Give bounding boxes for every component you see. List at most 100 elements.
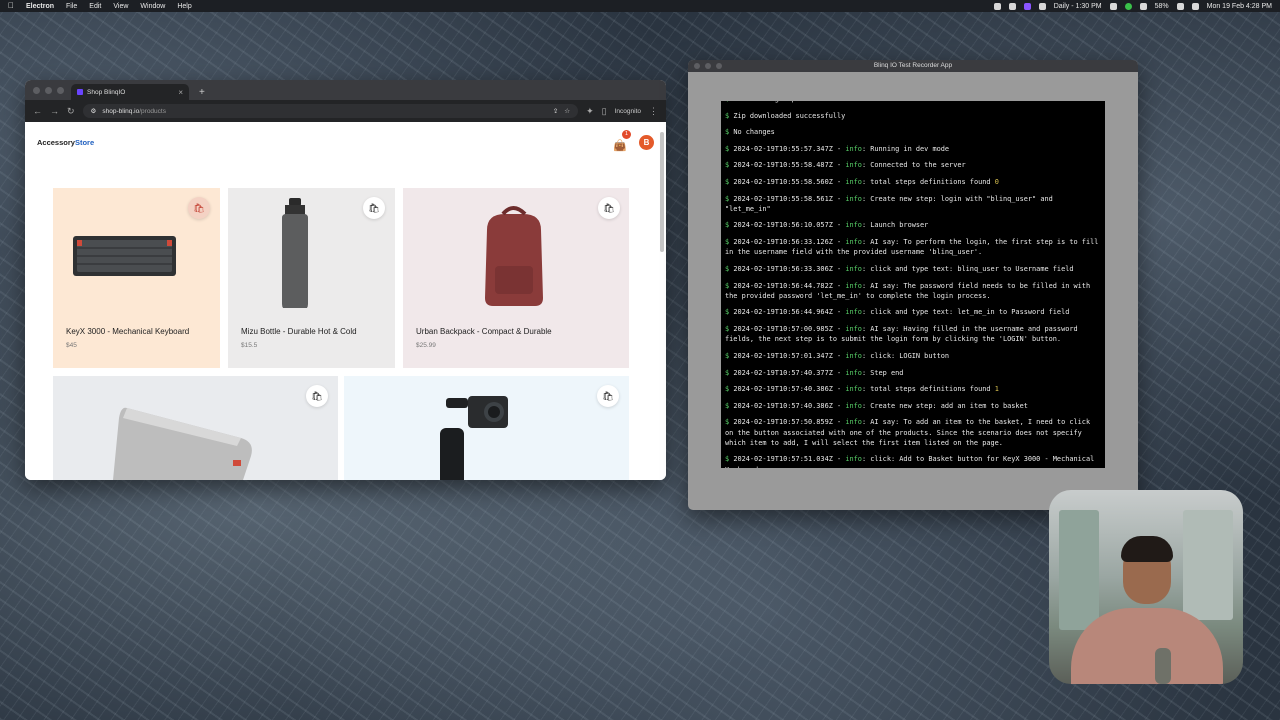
log-timestamp: 2024-02-19T10:55:58.561Z - — [733, 194, 846, 203]
log-level: info — [845, 368, 862, 377]
log-timestamp: 2024-02-19T10:57:40.377Z - — [733, 368, 846, 377]
menu-edit[interactable]: Edit — [89, 3, 101, 10]
add-to-basket-button[interactable]: 🛍 — [598, 197, 620, 219]
add-to-basket-button[interactable]: 🛍 — [597, 385, 619, 407]
close-tab-icon[interactable]: × — [178, 88, 183, 97]
site-info-icon[interactable]: ⚙ — [91, 107, 97, 115]
recording-icon[interactable] — [1023, 2, 1031, 10]
log-message: : click and type text: let_me_in to Pass… — [861, 308, 1070, 317]
clock[interactable]: Mon 19 Feb 4:28 PM — [1207, 3, 1272, 10]
product-card[interactable]: 🛍 Urban Backpack - Compact & Durable $25… — [403, 188, 629, 368]
avatar[interactable]: B — [639, 134, 654, 150]
menu-view[interactable]: View — [113, 3, 128, 10]
log-level: info — [845, 401, 862, 410]
product-name[interactable]: KeyX 3000 - Mechanical Keyboard — [66, 327, 189, 336]
log-level: info — [845, 161, 862, 170]
bookmark-star-icon[interactable]: ☆ — [564, 107, 570, 115]
share-icon[interactable]: ⇪ — [553, 107, 558, 115]
log-timestamp: 2024-02-19T10:55:58.487Z - — [733, 161, 846, 170]
window-controls — [694, 63, 722, 69]
minimize-window-button[interactable] — [45, 87, 52, 94]
log-timestamp: 2024-02-19T10:57:40.386Z - — [733, 385, 846, 394]
close-window-button[interactable] — [33, 87, 40, 94]
log-timestamp: 2024-02-19T10:56:10.057Z - — [733, 221, 846, 230]
log-message: : Step end — [861, 368, 904, 377]
add-to-basket-button[interactable]: 🛍 — [306, 385, 328, 407]
log-message: Zip downloaded successfully — [733, 111, 846, 120]
status-icon[interactable] — [1109, 2, 1117, 10]
log-line: $ Downloading zip file... — [725, 101, 1101, 104]
log-line: $ 2024-02-19T10:57:01.347Z - info: click… — [725, 351, 1101, 361]
add-to-basket-button[interactable]: 🛍 — [363, 197, 385, 219]
log-timestamp: 2024-02-19T10:57:00.985Z - — [733, 325, 846, 334]
menu-dots-icon[interactable]: ⋮ — [649, 106, 658, 117]
product-card[interactable]: 🛍 — [53, 376, 338, 480]
address-bar[interactable]: ⚙ shop-blinq.io/products ⇪ ☆ — [82, 104, 579, 118]
product-card[interactable]: 🛍 KeyX 3000 - Mechanical Keyboard $45 — [53, 188, 220, 368]
log-level: info — [845, 144, 862, 153]
minimize-window-button[interactable] — [705, 63, 711, 69]
page-scrollbar[interactable] — [660, 132, 664, 252]
log-timestamp: 2024-02-19T10:57:40.386Z - — [733, 401, 846, 410]
search-icon[interactable] — [1176, 2, 1184, 10]
battery-level[interactable]: 58% — [1155, 3, 1169, 10]
log-level: info — [845, 325, 862, 334]
status-icon[interactable] — [1124, 2, 1132, 10]
log-message: No changes — [733, 128, 775, 137]
product-name[interactable]: Urban Backpack - Compact & Durable — [416, 327, 552, 336]
log-line: $ 2024-02-19T10:56:44.964Z - info: click… — [725, 307, 1101, 317]
log-count: 1 — [994, 385, 999, 394]
back-icon[interactable]: ← — [33, 106, 42, 116]
incognito-badge[interactable]: Incognito — [615, 108, 641, 115]
status-icon[interactable] — [1008, 2, 1016, 10]
menu-file[interactable]: File — [66, 3, 77, 10]
product-card[interactable]: 🛍 Mizu Bottle - Durable Hot & Cold $15.5 — [228, 188, 395, 368]
reload-icon[interactable]: ↻ — [67, 106, 75, 117]
apple-icon[interactable]:  — [8, 2, 16, 10]
cart-button[interactable]: 👜 1 — [613, 130, 631, 152]
tab-shop-blinqio[interactable]: Shop BlinqIO × — [71, 84, 189, 100]
add-to-basket-button[interactable]: 🛍 — [188, 197, 210, 219]
log-timestamp: 2024-02-19T10:57:50.859Z - — [733, 418, 846, 427]
menu-app-name[interactable]: Electron — [26, 3, 54, 10]
log-message: : Launch browser — [861, 221, 929, 230]
log-message: : click and type text: blinq_user to Use… — [861, 264, 1074, 273]
log-level: info — [845, 455, 862, 464]
tab-bar: Shop BlinqIO × + — [25, 80, 666, 100]
status-icon[interactable] — [1038, 2, 1046, 10]
store-logo[interactable]: AccessoryStore — [37, 138, 94, 147]
webcam-overlay — [1049, 490, 1243, 684]
browser-window: Shop BlinqIO × + ← → ↻ ⚙ shop-blinq.io/p… — [25, 80, 666, 480]
menu-window[interactable]: Window — [140, 3, 165, 10]
product-card[interactable]: 🛍 — [344, 376, 629, 480]
store-page: AccessoryStore 👜 1 B 🛍 KeyX 3000 - Mecha… — [25, 122, 666, 480]
wifi-icon[interactable] — [1139, 2, 1147, 10]
log-line: $ 2024-02-19T10:55:57.347Z - info: Runni… — [725, 144, 1101, 154]
log-line: $ 2024-02-19T10:55:58.561Z - info: Creat… — [725, 194, 1101, 215]
log-level: info — [845, 221, 862, 230]
maximize-window-button[interactable] — [716, 63, 722, 69]
forward-icon[interactable]: → — [50, 106, 59, 116]
product-price: $15.5 — [241, 342, 258, 349]
close-window-button[interactable] — [694, 63, 700, 69]
sidebar-icon[interactable]: ▯ — [602, 106, 607, 117]
extensions-icon[interactable]: ✦ — [586, 106, 594, 117]
calendar-status[interactable]: Daily - 1:30 PM — [1054, 3, 1102, 10]
backpack-image — [485, 206, 543, 306]
menu-help[interactable]: Help — [177, 3, 191, 10]
status-icon[interactable] — [993, 2, 1001, 10]
favicon-icon — [77, 89, 83, 95]
maximize-window-button[interactable] — [57, 87, 64, 94]
site-header: AccessoryStore 👜 1 B — [25, 122, 666, 162]
log-line: $ 2024-02-19T10:57:00.985Z - info: AI sa… — [725, 324, 1101, 345]
control-center-icon[interactable] — [1191, 2, 1199, 10]
shopping-bag-icon: 🛍 — [368, 202, 380, 213]
log-message: : total steps definitions found — [861, 385, 995, 394]
log-line: $ 2024-02-19T10:55:58.560Z - info: total… — [725, 177, 1101, 187]
new-tab-icon[interactable]: + — [199, 87, 205, 98]
product-price: $25.99 — [416, 342, 436, 349]
log-level: info — [845, 238, 862, 247]
log-line: $ 2024-02-19T10:57:40.377Z - info: Step … — [725, 368, 1101, 378]
log-console[interactable]: $ Downloading zip file... $ Zip downloade… — [721, 101, 1105, 468]
product-name[interactable]: Mizu Bottle - Durable Hot & Cold — [241, 327, 357, 336]
